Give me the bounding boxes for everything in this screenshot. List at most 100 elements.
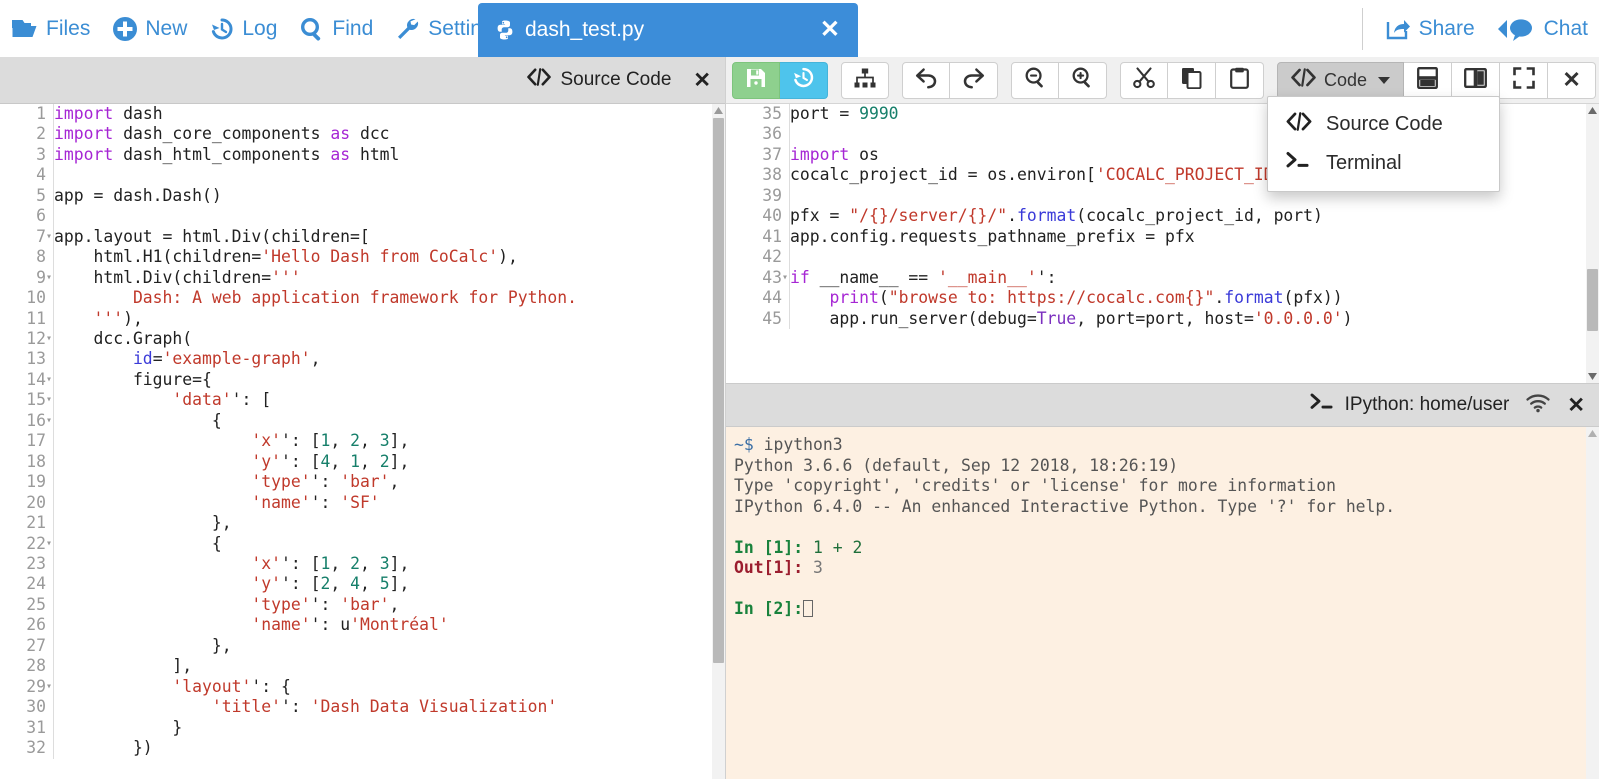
fold-arrow-icon[interactable]: ▾ (46, 227, 52, 247)
fold-arrow-icon[interactable]: ▾ (46, 390, 52, 410)
line-number: 9 ▾ (36, 267, 52, 287)
line-number: 11 (26, 308, 46, 328)
new-button[interactable]: New (101, 0, 198, 57)
right-scrollbar-thumb[interactable] (1587, 269, 1598, 331)
scroll-up-arrow-icon[interactable] (1586, 104, 1599, 117)
scroll-up-arrow-icon[interactable] (1586, 427, 1599, 440)
line-number: 37 (762, 144, 782, 164)
right-editor-scrollbar[interactable] (1586, 104, 1599, 383)
chat-button[interactable]: Chat (1486, 0, 1599, 57)
save-button[interactable] (732, 61, 780, 99)
history-icon (209, 16, 235, 42)
fold-arrow-icon[interactable]: ▾ (782, 268, 788, 288)
fullscreen-button[interactable] (1500, 61, 1549, 99)
file-tab-dash-test-py[interactable]: dash_test.py ✕ (478, 3, 858, 57)
line-number: 6 (36, 206, 46, 226)
line-number: 20 (26, 492, 46, 512)
line-number: 4 (36, 165, 46, 185)
code-menu-button[interactable]: Code (1277, 61, 1405, 99)
files-button[interactable]: Files (0, 0, 101, 57)
line-number: 45 (762, 308, 782, 328)
line-number: 38 (762, 165, 782, 185)
close-icon: ✕ (1562, 66, 1581, 92)
dropdown-item-source-code[interactable]: Source Code (1268, 105, 1499, 144)
plus-circle-icon (112, 16, 138, 42)
terminal-cursor (803, 600, 814, 617)
left-editor-scrollbar[interactable] (712, 104, 725, 779)
code-dropdown-menu[interactable]: Source Code Terminal (1267, 96, 1500, 192)
file-tab-label: dash_test.py (525, 18, 645, 41)
copy-button[interactable] (1168, 61, 1216, 99)
line-number: 3 (36, 144, 46, 164)
copy-icon (1181, 67, 1202, 94)
left-pane-title: Source Code (527, 68, 671, 92)
undo-icon (914, 67, 938, 94)
toolbar-group-3 (1011, 61, 1107, 99)
line-number: 43 ▾ (762, 267, 788, 287)
toolbar-group-0 (732, 61, 828, 99)
dropdown-item-source-code-label: Source Code (1326, 113, 1443, 135)
ipython-terminal[interactable]: ~$ ipython3 Python 3.6.6 (default, Sep 1… (726, 427, 1599, 779)
cut-button[interactable] (1120, 61, 1168, 99)
scroll-up-arrow-icon[interactable] (712, 104, 725, 117)
line-number: 13 (26, 349, 46, 369)
top-bar-right-buttons: Share Chat (1374, 0, 1599, 57)
undo-button[interactable] (902, 61, 950, 99)
line-number: 15 ▾ (26, 390, 52, 410)
line-number: 40 (762, 206, 782, 226)
history-button[interactable] (780, 61, 828, 99)
split-horizontal-icon (1417, 66, 1438, 94)
chat-toggle-icon (1497, 16, 1537, 42)
fold-arrow-icon[interactable]: ▾ (46, 370, 52, 390)
line-number: 44 (762, 288, 782, 308)
split-vertical-button[interactable] (1452, 61, 1501, 99)
dropdown-item-terminal[interactable]: Terminal (1268, 144, 1499, 183)
fold-arrow-icon[interactable]: ▾ (46, 534, 52, 554)
line-number: 24 (26, 574, 46, 594)
fold-arrow-icon[interactable]: ▾ (46, 411, 52, 431)
chevron-down-icon (1378, 76, 1391, 84)
left-scrollbar-thumb[interactable] (713, 118, 724, 663)
terminal-title: IPython: home/user (1310, 393, 1509, 417)
build-button[interactable] (841, 61, 889, 99)
close-frame-button[interactable]: ✕ (1548, 61, 1597, 99)
line-number: 19 (26, 472, 46, 492)
share-square-icon (1385, 15, 1412, 42)
left-pane-title-label: Source Code (560, 69, 672, 90)
zoom-in-button[interactable] (1059, 61, 1107, 99)
fold-arrow-icon[interactable]: ▾ (46, 329, 52, 349)
line-number: 10 (26, 288, 46, 308)
left-code-area[interactable]: 1 2 3 4 5 6 7 ▾ 8 9 ▾ 10 11 12 ▾ 13 14 ▾ 15 ▾ 16 ▾ 17 18 19 20 21 2… (0, 104, 725, 779)
left-pane-close-icon[interactable]: ✕ (693, 68, 711, 93)
line-number: 14 ▾ (26, 369, 52, 389)
magnifier-plus-icon (1071, 66, 1094, 94)
paste-button[interactable] (1216, 61, 1264, 99)
left-pane-header: Source Code ✕ (0, 57, 725, 104)
line-number: 30 (26, 697, 46, 717)
fold-arrow-icon[interactable]: ▾ (46, 268, 52, 288)
code-menu-label: Code (1324, 69, 1368, 90)
log-button-label: Log (242, 16, 278, 40)
terminal-close-icon[interactable]: ✕ (1567, 393, 1585, 418)
log-button[interactable]: Log (198, 0, 288, 57)
find-button-label: Find (332, 16, 374, 40)
line-number: 2 (36, 124, 46, 144)
zoom-out-button[interactable] (1011, 61, 1059, 99)
fold-arrow-icon[interactable]: ▾ (46, 677, 52, 697)
files-button-label: Files (46, 16, 91, 40)
left-source-code[interactable]: import dash import dash_core_components … (54, 104, 725, 759)
code-icon (1286, 112, 1312, 137)
terminal-scrollbar[interactable] (1586, 427, 1599, 779)
line-number: 22 ▾ (26, 533, 52, 553)
left-editor-pane: Source Code ✕ 1 2 3 4 5 6 7 ▾ 8 9 ▾ 10 11 12 ▾ 13 14 ▾ 15 ▾… (0, 57, 726, 779)
scroll-down-arrow-icon[interactable] (1586, 370, 1599, 383)
top-bar: Files New Log Find Settings dash_test.py… (0, 0, 1599, 57)
find-button[interactable]: Find (288, 0, 384, 57)
line-number: 29 ▾ (26, 676, 52, 696)
file-tab-close-icon[interactable]: ✕ (816, 18, 844, 42)
split-horizontal-button[interactable] (1404, 61, 1453, 99)
share-button[interactable]: Share (1374, 0, 1486, 57)
line-number: 35 (762, 104, 782, 123)
redo-button[interactable] (950, 61, 998, 99)
scissors-icon (1133, 66, 1155, 94)
